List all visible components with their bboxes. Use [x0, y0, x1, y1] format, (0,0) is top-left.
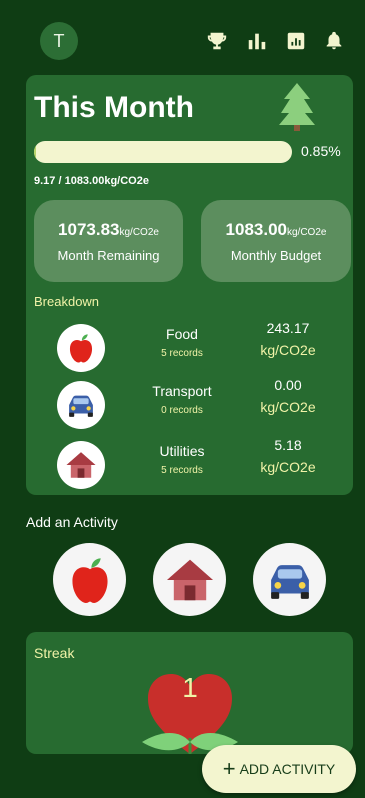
add-utilities-button[interactable]	[153, 543, 226, 616]
breakdown-row-utilities: Utilities 5 records 5.18 kg/CO2e	[26, 437, 353, 491]
breakdown-records: 0 records	[161, 405, 203, 416]
plus-icon: +	[222, 756, 236, 781]
car-icon	[270, 564, 309, 599]
add-transport-button[interactable]	[253, 543, 326, 616]
breakdown-amount: 0.00	[274, 377, 302, 393]
app-screen: T This Month 0.85% 9.17 / 1083.00kg/CO2e	[0, 0, 365, 798]
month-summary-card: This Month 0.85% 9.17 / 1083.00kg/CO2e 1…	[26, 75, 353, 495]
month-progress-percent: 0.85%	[301, 143, 341, 159]
month-progress-detail: 9.17 / 1083.00kg/CO2e	[34, 175, 149, 187]
streak-card: Streak 1	[26, 632, 353, 754]
avatar[interactable]: T	[40, 22, 78, 60]
breakdown-title: Breakdown	[34, 294, 100, 309]
month-progress-fill	[34, 141, 37, 163]
month-remaining-value: 1073.83	[58, 220, 120, 239]
monthly-budget-box: 1083.00kg/CO2e Monthly Budget	[201, 200, 351, 282]
breakdown-unit: kg/CO2e	[260, 399, 316, 415]
streak-count: 1	[182, 672, 198, 703]
add-food-button[interactable]	[53, 543, 126, 616]
add-activity-label: ADD ACTIVITY	[239, 761, 336, 777]
bell-icon[interactable]	[323, 30, 345, 52]
bar-chart-icon[interactable]	[246, 30, 268, 52]
month-title: This Month	[34, 91, 194, 124]
monthly-budget-value: 1083.00	[225, 220, 287, 239]
report-icon[interactable]	[285, 30, 307, 52]
month-remaining-box: 1073.83kg/CO2e Month Remaining	[34, 200, 183, 282]
breakdown-unit: kg/CO2e	[260, 342, 316, 358]
breakdown-records: 5 records	[161, 348, 203, 359]
apple-icon	[71, 557, 108, 603]
monthly-budget-unit: kg/CO2e	[286, 227, 327, 238]
month-progress-bar	[34, 141, 292, 163]
breakdown-name: Food	[166, 326, 198, 342]
breakdown-records: 5 records	[161, 465, 203, 476]
house-icon	[57, 441, 105, 489]
breakdown-amount: 5.18	[274, 437, 302, 453]
house-icon	[166, 559, 213, 600]
streak-title: Streak	[34, 645, 75, 661]
add-activity-button[interactable]: + ADD ACTIVITY	[202, 745, 356, 793]
monthly-budget-label: Monthly Budget	[230, 248, 322, 263]
breakdown-amount: 243.17	[266, 320, 310, 336]
trophy-icon[interactable]	[206, 30, 228, 52]
apple-icon	[57, 324, 105, 372]
breakdown-unit: kg/CO2e	[260, 459, 316, 475]
add-activity-title: Add an Activity	[26, 514, 118, 530]
month-remaining-label: Month Remaining	[57, 248, 160, 263]
breakdown-name: Transport	[152, 383, 212, 399]
top-bar: T	[0, 0, 365, 70]
breakdown-row-food: Food 5 records 243.17 kg/CO2e	[26, 320, 353, 374]
month-remaining-unit: kg/CO2e	[119, 227, 159, 238]
car-icon	[57, 381, 105, 429]
breakdown-row-transport: Transport 0 records 0.00 kg/CO2e	[26, 377, 353, 431]
tree-icon	[279, 83, 315, 131]
breakdown-name: Utilities	[159, 443, 205, 459]
